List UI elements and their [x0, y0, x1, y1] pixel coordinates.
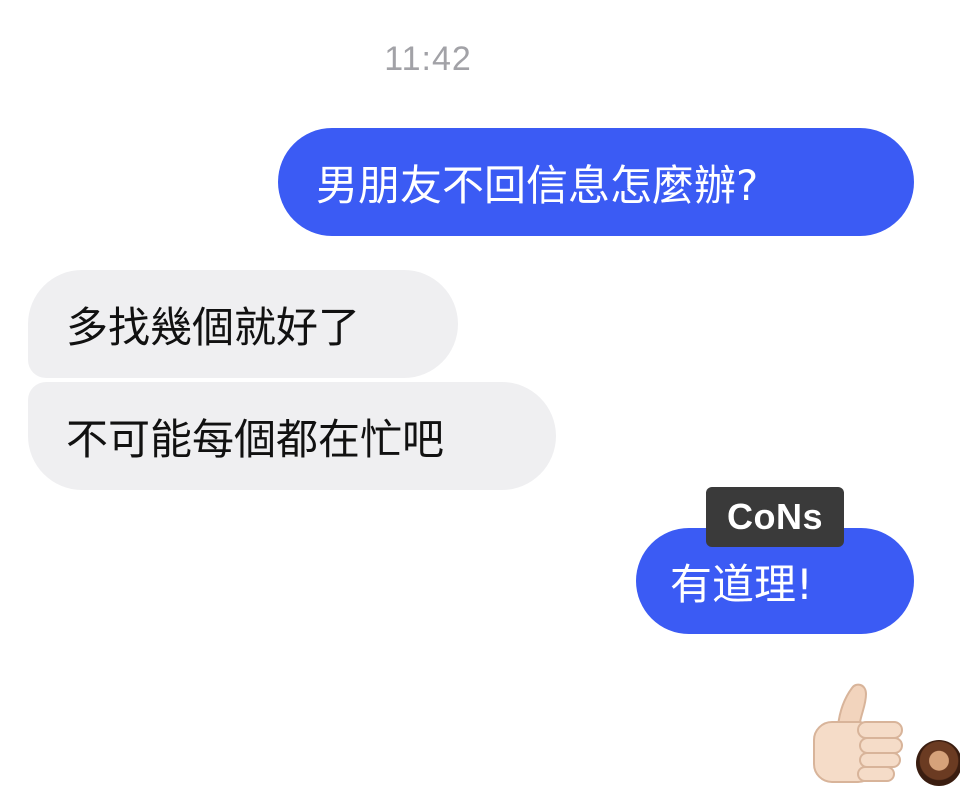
contact-avatar[interactable] [916, 740, 960, 786]
outgoing-message-bubble[interactable]: 男朋友不回信息怎麼辦? [278, 128, 914, 236]
message-text: 多找幾個就好了 [66, 302, 361, 352]
message-text: 男朋友不回信息怎麼辦? [316, 160, 759, 210]
message-text: 有道理! [670, 559, 813, 609]
incoming-message-bubble[interactable]: 多找幾個就好了 [28, 270, 458, 378]
incoming-message-bubble[interactable]: 不可能每個都在忙吧 [28, 382, 556, 490]
timestamp: 11:42 [384, 40, 472, 78]
watermark-label: CoNs [706, 487, 844, 547]
thumbs-up-icon[interactable] [800, 678, 910, 788]
message-text: 不可能每個都在忙吧 [66, 414, 445, 464]
